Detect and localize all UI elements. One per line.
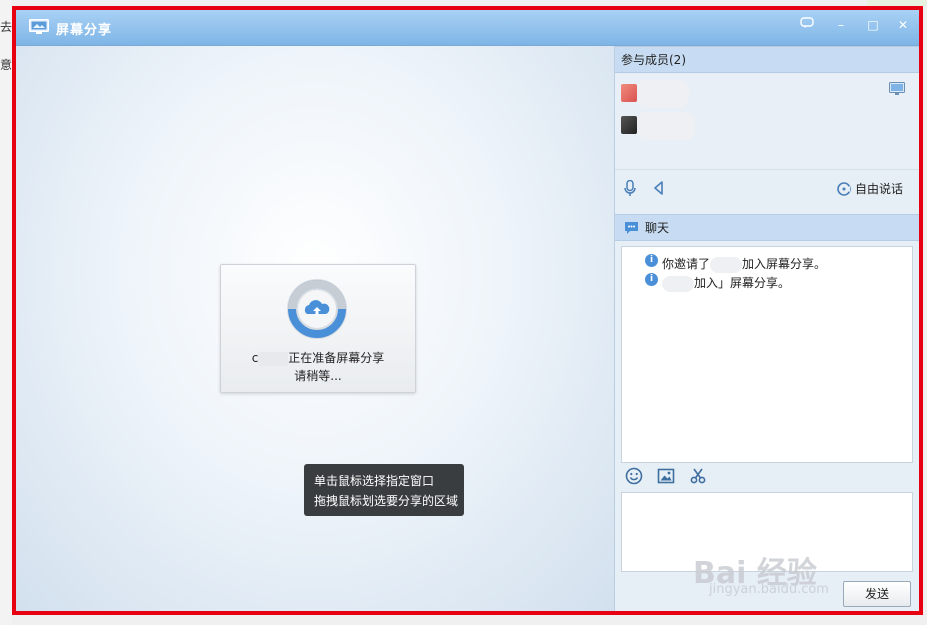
chat-message: i 你邀请了 加入屏幕分享。 bbox=[645, 254, 827, 273]
background-app: 去小 意事 bbox=[0, 0, 24, 625]
close-button[interactable]: ✕ bbox=[892, 15, 914, 35]
maximize-button[interactable]: □ bbox=[862, 15, 884, 35]
info-icon: i bbox=[645, 273, 658, 286]
chat-header-label: 聊天 bbox=[645, 221, 670, 235]
free-talk-label: 自由说话 bbox=[854, 182, 903, 196]
microphone-icon[interactable] bbox=[624, 180, 636, 196]
blurred-member-name bbox=[637, 80, 689, 108]
minimize-button[interactable]: – bbox=[830, 15, 852, 35]
scissors-icon[interactable] bbox=[689, 467, 707, 485]
blurred-name bbox=[258, 351, 289, 366]
cloud-upload-icon bbox=[287, 279, 347, 339]
tooltip-line-drag: 拖拽鼠标划选要分享的区域 bbox=[314, 494, 459, 508]
members-header: 参与成员(2) bbox=[615, 46, 919, 73]
side-panel: 参与成员(2) 自由说话 聊天 i 你邀请了 加入屏幕分享。 i 加入」屏幕分享… bbox=[615, 46, 919, 611]
chat-bubble-icon bbox=[625, 222, 638, 234]
screen-sharing-indicator-icon bbox=[889, 82, 905, 95]
chat-header: 聊天 bbox=[615, 214, 919, 241]
message-text: 你邀请了 bbox=[662, 257, 711, 271]
message-text: 加入」屏幕分享。 bbox=[694, 276, 791, 290]
member-list bbox=[615, 74, 919, 168]
message-text: 加入屏幕分享。 bbox=[742, 257, 827, 271]
audio-controls: 自由说话 bbox=[615, 169, 919, 206]
preparing-status: c 正在准备屏幕分享 bbox=[221, 349, 415, 366]
avatar bbox=[621, 116, 637, 134]
preparing-card: c 正在准备屏幕分享 请稍等... bbox=[220, 264, 416, 393]
free-talk-icon bbox=[837, 182, 851, 196]
window-title: 屏幕分享 bbox=[56, 23, 113, 38]
blurred-name bbox=[662, 275, 694, 292]
tooltip-line-click: 单击鼠标选择指定窗口 bbox=[314, 474, 435, 488]
blurred-member-name bbox=[637, 112, 695, 140]
screen-share-app-icon bbox=[29, 19, 49, 34]
chat-input[interactable] bbox=[621, 492, 913, 572]
screen-share-canvas[interactable]: c 正在准备屏幕分享 请稍等... 单击鼠标选择指定窗口 拖拽鼠标划选要分享的区域 bbox=[16, 46, 615, 611]
send-button[interactable]: 发送 bbox=[843, 581, 911, 607]
sharer-name-prefix: c bbox=[251, 351, 259, 365]
avatar bbox=[621, 84, 637, 102]
emoji-icon[interactable] bbox=[625, 467, 643, 485]
chat-message: i 加入」屏幕分享。 bbox=[645, 273, 791, 292]
info-icon: i bbox=[645, 254, 658, 267]
selection-hint-tooltip: 单击鼠标选择指定窗口 拖拽鼠标划选要分享的区域 bbox=[304, 464, 464, 516]
preparing-text: 正在准备屏幕分享 bbox=[288, 351, 385, 365]
speaker-icon[interactable] bbox=[652, 181, 664, 195]
image-icon[interactable] bbox=[657, 467, 675, 485]
title-bar[interactable]: 屏幕分享 – □ ✕ bbox=[16, 10, 919, 46]
screen-share-window: 屏幕分享 – □ ✕ c 正在准备屏幕分享 请稍等... 单击鼠标选择指定窗口 bbox=[12, 6, 923, 615]
blurred-name bbox=[710, 256, 743, 273]
chat-log[interactable]: i 你邀请了 加入屏幕分享。 i 加入」屏幕分享。 bbox=[621, 246, 913, 463]
please-wait-text: 请稍等... bbox=[294, 369, 342, 383]
free-talk-button[interactable]: 自由说话 bbox=[837, 180, 903, 197]
feedback-icon[interactable] bbox=[796, 15, 818, 35]
